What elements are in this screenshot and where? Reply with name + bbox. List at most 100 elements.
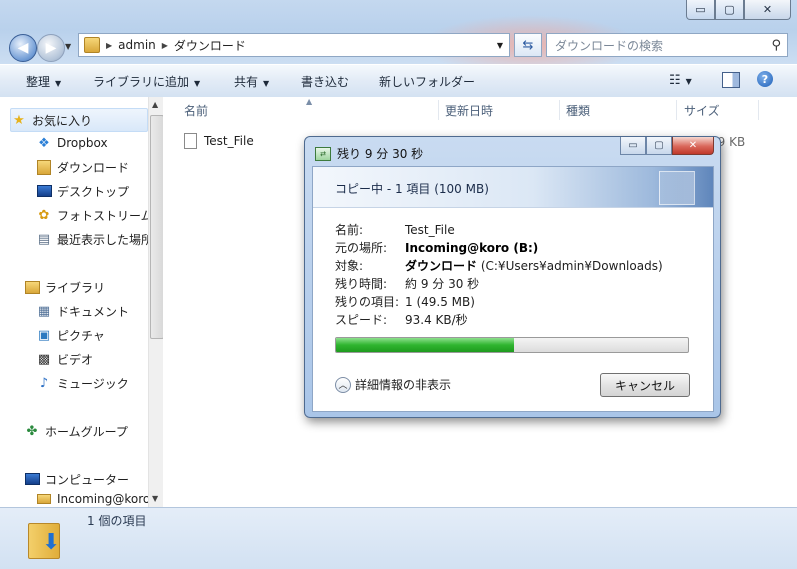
minimize-button[interactable]: ▭ xyxy=(686,0,715,20)
sidebar-item-photostream[interactable]: ✿ フォトストリーム xyxy=(36,204,153,226)
navigation-pane: ★ お気に入り ❖ Dropbox ダウンロード デスクトップ ✿ フォトストリーム … xyxy=(0,97,162,507)
source-link[interactable]: Incoming@koro (B:) xyxy=(405,241,538,255)
scrollbar-thumb[interactable] xyxy=(150,115,164,339)
share-button[interactable]: 共有 ▼ xyxy=(234,73,269,90)
downloads-folder-icon xyxy=(36,159,52,175)
scroll-down-icon[interactable]: ▼ xyxy=(152,494,158,503)
details-pane: ⬇ 1 個の項目 xyxy=(0,507,797,569)
breadcrumb-downloads[interactable]: ダウンロード xyxy=(174,37,246,54)
dialog-title: 残り 9 分 30 秒 xyxy=(337,147,424,161)
scroll-up-icon[interactable]: ▲ xyxy=(152,100,158,109)
search-input[interactable]: ダウンロードの検索 ⚲ xyxy=(546,33,788,57)
photostream-icon: ✿ xyxy=(38,207,50,223)
desktop-icon xyxy=(36,183,52,199)
dropdown-arrow-icon: ▼ xyxy=(685,77,692,86)
sidebar-item-videos[interactable]: ▩ ビデオ xyxy=(36,348,93,370)
close-button[interactable]: ✕ xyxy=(744,0,791,20)
music-icon: ♪ xyxy=(39,375,49,391)
burn-button[interactable]: 書き込む xyxy=(301,73,349,90)
organize-button[interactable]: 整理 ▼ xyxy=(26,73,61,90)
sidebar-item-pictures[interactable]: ▣ ピクチャ xyxy=(36,324,105,346)
breadcrumb-admin[interactable]: admin xyxy=(118,38,156,52)
videos-icon: ▩ xyxy=(37,351,51,367)
network-drive-icon xyxy=(36,492,52,506)
copy-icon: ⇄ xyxy=(315,146,331,161)
dialog-banner: コピー中 - 1 項目 (100 MB) xyxy=(313,167,713,208)
add-to-library-button[interactable]: ライブラリに追加 ▼ xyxy=(93,73,200,90)
column-header-type[interactable]: 種類 xyxy=(566,97,590,123)
recent-pages-dropdown-icon[interactable]: ▼ xyxy=(65,42,71,51)
sidebar-item-computer[interactable]: コンピューター xyxy=(24,468,129,490)
back-button[interactable]: ◀ xyxy=(9,34,37,62)
sidebar-item-libraries[interactable]: ライブラリ xyxy=(24,276,105,298)
column-header-name[interactable]: 名前 xyxy=(184,97,208,123)
detail-to: 対象: ダウンロード (C:¥Users¥admin¥Downloads) xyxy=(335,259,663,273)
navigation-scrollbar[interactable]: ▲ ▼ xyxy=(148,97,164,507)
sidebar-item-documents[interactable]: ▦ ドキュメント xyxy=(36,300,129,322)
recent-places-icon: ▤ xyxy=(37,231,51,247)
cancel-button[interactable]: キャンセル xyxy=(600,373,690,397)
detail-speed: スピード: 93.4 KB/秒 xyxy=(335,313,468,327)
sort-indicator-icon: ▲ xyxy=(306,97,313,106)
refresh-button[interactable]: ⇆ xyxy=(514,33,542,57)
toggle-details-button[interactable]: ︿ 詳細情報の非表示 xyxy=(335,376,451,393)
column-header-modified[interactable]: 更新日時 xyxy=(445,97,493,123)
column-header-size[interactable]: サイズ xyxy=(684,97,720,123)
documents-icon: ▦ xyxy=(37,303,51,319)
status-item-count: 1 個の項目 xyxy=(87,514,147,528)
column-divider[interactable] xyxy=(676,100,677,120)
toggle-details-label: 詳細情報の非表示 xyxy=(355,378,452,392)
view-options-button[interactable]: ☷ ▼ xyxy=(669,73,692,88)
maximize-button[interactable]: ▢ xyxy=(715,0,744,20)
table-row[interactable]: Test_File xyxy=(184,133,254,149)
forward-button[interactable]: ▶ xyxy=(37,34,65,62)
refresh-icon: ⇆ xyxy=(522,37,534,53)
sidebar-item-desktop[interactable]: デスクトップ xyxy=(36,180,129,202)
sidebar-item-downloads[interactable]: ダウンロード xyxy=(36,156,129,178)
help-button[interactable]: ? xyxy=(757,71,773,87)
downloads-folder-large-icon: ⬇ xyxy=(28,517,62,559)
dropbox-icon: ❖ xyxy=(38,135,50,151)
sidebar-item-dropbox[interactable]: ❖ Dropbox xyxy=(36,132,107,154)
sidebar-item-music[interactable]: ♪ ミュージック xyxy=(36,372,129,394)
breadcrumb-arrow-icon[interactable]: ▶ xyxy=(106,41,112,50)
pictures-icon: ▣ xyxy=(37,327,51,343)
sidebar-item-favorites[interactable]: ★ お気に入り xyxy=(10,108,148,132)
address-bar[interactable]: ▶ admin ▶ ダウンロード ▼ xyxy=(78,33,510,57)
preview-pane-button[interactable] xyxy=(722,72,740,88)
address-history-dropdown-icon[interactable]: ▼ xyxy=(497,41,503,50)
sidebar-item-homegroup[interactable]: ✤ ホームグループ xyxy=(24,420,128,442)
detail-name: 名前: Test_File xyxy=(335,223,455,237)
dialog-maximize-button[interactable]: ▢ xyxy=(646,137,672,155)
dialog-minimize-button[interactable]: ▭ xyxy=(620,137,646,155)
dialog-close-button[interactable]: ✕ xyxy=(672,137,714,155)
column-divider[interactable] xyxy=(559,100,560,120)
sidebar-item-incoming[interactable]: Incoming@koro xyxy=(36,492,150,506)
search-placeholder: ダウンロードの検索 xyxy=(555,38,664,53)
sidebar-item-recent[interactable]: ▤ 最近表示した場所 xyxy=(36,228,153,250)
dropdown-arrow-icon: ▼ xyxy=(263,79,270,88)
detail-time-remaining: 残り時間: 約 9 分 30 秒 xyxy=(335,277,480,291)
breadcrumb-arrow-icon[interactable]: ▶ xyxy=(162,41,168,50)
file-icon xyxy=(184,133,197,149)
new-folder-button[interactable]: 新しいフォルダー xyxy=(379,73,475,90)
copy-progress-dialog: ⇄ 残り 9 分 30 秒 ▭ ▢ ✕ コピー中 - 1 項目 (100 MB)… xyxy=(304,136,721,418)
chevron-up-icon: ︿ xyxy=(335,376,351,393)
view-list-icon: ☷ xyxy=(669,73,681,88)
column-divider[interactable] xyxy=(758,100,759,120)
dropdown-arrow-icon: ▼ xyxy=(194,79,201,88)
dialog-body: コピー中 - 1 項目 (100 MB) 名前: Test_File 元の場所: I… xyxy=(312,166,714,412)
star-icon: ★ xyxy=(13,112,25,128)
destination-link[interactable]: ダウンロード xyxy=(405,259,477,273)
dropdown-arrow-icon: ▼ xyxy=(55,79,62,88)
progress-fill xyxy=(336,338,514,352)
computer-icon xyxy=(24,471,40,487)
search-icon: ⚲ xyxy=(771,37,781,53)
banner-decoration xyxy=(659,171,695,205)
detail-from: 元の場所: Incoming@koro (B:) xyxy=(335,241,539,255)
homegroup-icon: ✤ xyxy=(26,423,38,439)
column-divider[interactable] xyxy=(438,100,439,120)
window-controls: ▭ ▢ ✕ xyxy=(686,0,791,20)
folder-icon xyxy=(84,37,100,53)
command-bar: 整理 ▼ ライブラリに追加 ▼ 共有 ▼ 書き込む 新しいフォルダー ☷ ▼ ? xyxy=(0,64,797,98)
